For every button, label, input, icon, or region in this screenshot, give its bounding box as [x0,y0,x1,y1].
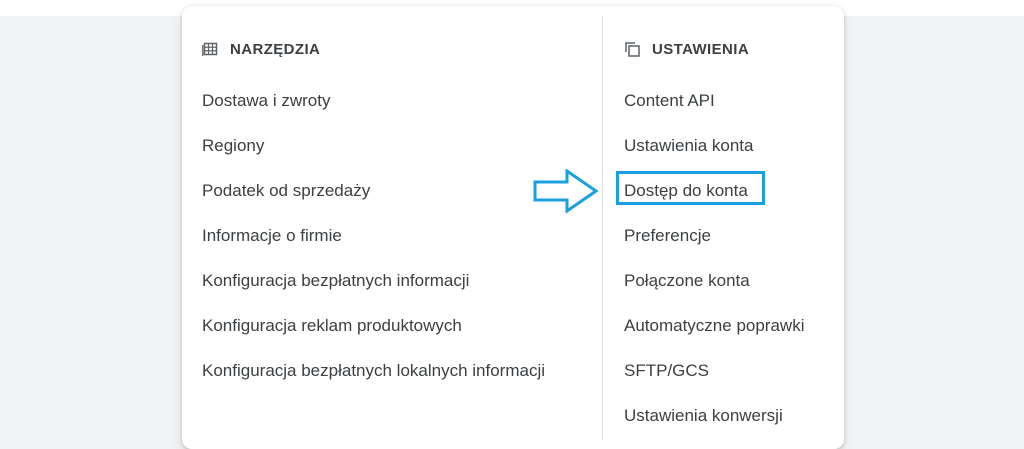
tools-header: NARZĘDZIA [202,39,320,59]
menu-item-shipping-returns[interactable]: Dostawa i zwroty [202,87,545,132]
menu-item-conversion-settings[interactable]: Ustawienia konwersji [624,402,804,447]
tools-list: Dostawa i zwroty Regiony Podatek od sprz… [202,87,545,402]
menu-item-content-api[interactable]: Content API [624,87,804,132]
menu-item-account-access[interactable]: Dostęp do konta [624,177,804,222]
menu-panel: NARZĘDZIA Dostawa i zwroty Regiony Podat… [182,6,844,449]
menu-item-linked-accounts[interactable]: Połączone konta [624,267,804,312]
menu-item-regions[interactable]: Regiony [202,132,545,177]
menu-item-shopping-ads-setup[interactable]: Konfiguracja reklam produktowych [202,312,545,357]
table-grid-icon [202,41,218,57]
menu-item-preferences[interactable]: Preferencje [624,222,804,267]
menu-item-business-info[interactable]: Informacje o firmie [202,222,545,267]
menu-item-free-listings-setup[interactable]: Konfiguracja bezpłatnych informacji [202,267,545,312]
menu-item-account-settings[interactable]: Ustawienia konta [624,132,804,177]
settings-header: USTAWIENIA [624,39,749,59]
settings-title: USTAWIENIA [652,40,750,58]
menu-item-sales-tax[interactable]: Podatek od sprzedaży [202,177,545,222]
menu-item-auto-improvements[interactable]: Automatyczne poprawki [624,312,804,357]
settings-list: Content API Ustawienia konta Dostęp do k… [624,87,804,447]
copy-stack-icon [624,41,640,57]
column-divider [602,16,603,440]
menu-item-free-local-listings-setup[interactable]: Konfiguracja bezpłatnych lokalnych infor… [202,357,545,402]
pointer-arrow-icon [533,168,599,218]
tools-title: NARZĘDZIA [230,40,321,58]
menu-item-sftp-gcs[interactable]: SFTP/GCS [624,357,804,402]
